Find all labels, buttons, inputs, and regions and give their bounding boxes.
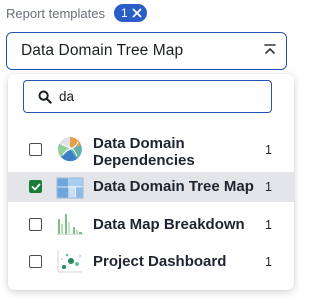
select-value: Data Domain Tree Map xyxy=(21,42,184,59)
close-icon[interactable] xyxy=(132,8,142,18)
option-data-domain-dependencies[interactable]: Data Domain Dependencies 1 xyxy=(8,131,294,169)
option-label: Data Domain Tree Map xyxy=(93,178,254,195)
option-label-line1: Data Domain xyxy=(93,135,185,152)
option-data-map-breakdown[interactable]: Data Map Breakdown 1 xyxy=(8,208,294,240)
option-label: Project Dashboard xyxy=(93,253,227,270)
option-checkbox[interactable] xyxy=(29,143,42,156)
option-count: 1 xyxy=(265,143,272,157)
collapse-icon[interactable] xyxy=(263,43,277,57)
field-label-row: Report templates 1 xyxy=(6,3,147,23)
search-icon xyxy=(38,90,52,104)
selected-count: 1 xyxy=(121,6,128,20)
option-label: Data Map Breakdown xyxy=(93,216,245,233)
selected-count-chip[interactable]: 1 xyxy=(114,4,147,22)
field-label: Report templates xyxy=(6,5,105,21)
option-checkbox[interactable] xyxy=(29,218,42,231)
checkmark-icon xyxy=(31,183,40,190)
option-label: Data Domain Dependencies xyxy=(93,135,195,169)
option-checkbox-checked[interactable] xyxy=(29,180,42,193)
option-data-domain-tree-map[interactable]: Data Domain Tree Map 1 xyxy=(8,172,294,202)
report-template-select[interactable]: Data Domain Tree Map xyxy=(6,32,287,70)
option-project-dashboard[interactable]: Project Dashboard 1 xyxy=(8,245,294,277)
option-count: 1 xyxy=(265,255,272,269)
dashboard-thumbnail-icon xyxy=(57,250,83,273)
option-checkbox[interactable] xyxy=(29,255,42,268)
breakdown-thumbnail-icon xyxy=(57,214,83,235)
search-field[interactable] xyxy=(23,80,272,113)
dependencies-thumbnail-icon xyxy=(57,137,82,162)
dropdown-panel: Data Domain Dependencies 1 Data Domain T… xyxy=(8,74,294,290)
tree-map-thumbnail-icon xyxy=(56,177,84,199)
option-count: 1 xyxy=(265,180,272,194)
option-count: 1 xyxy=(265,218,272,232)
option-label-line2: Dependencies xyxy=(93,152,195,169)
search-input[interactable] xyxy=(59,89,239,104)
